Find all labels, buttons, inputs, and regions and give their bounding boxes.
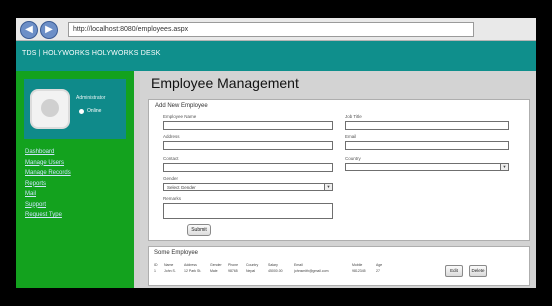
page-title: Employee Management	[151, 75, 299, 91]
browser-toolbar: ◀ ▶ http://localhost:8080/employees.aspx	[16, 18, 536, 41]
site-banner: TDS | HOLYWORKS HOLYWORKS DESK	[16, 41, 536, 71]
table-cell: 45000.00	[268, 269, 283, 273]
table-row: 1 John S. 12 Park St. Male 98765 Nepal 4…	[154, 269, 392, 273]
chevron-down-icon: ▼	[324, 184, 332, 190]
table-cell: 98765	[228, 269, 238, 273]
delete-button[interactable]: Delete	[469, 265, 487, 277]
table-header-row: ID Name Address Gender Phone Country Sal…	[154, 263, 392, 267]
user-name: Administrator	[76, 95, 106, 101]
country-select[interactable]: ▼	[345, 163, 509, 171]
phone-label: Contact	[163, 156, 179, 161]
column-header: Gender	[210, 263, 222, 267]
table-cell: Male	[210, 269, 218, 273]
submit-button[interactable]: Submit	[187, 224, 211, 236]
employee-name-label: Employee Name	[163, 114, 197, 119]
gender-label: Gender	[163, 176, 179, 181]
forward-button[interactable]: ▶	[40, 21, 58, 39]
table-cell: 1	[154, 269, 156, 273]
table-cell: 12 Park St.	[184, 269, 202, 273]
sidebar-menu: Dashboard Manage Users Manage Records Re…	[25, 147, 71, 221]
country-label: Country	[345, 156, 361, 161]
avatar	[30, 89, 70, 129]
remarks-textarea[interactable]	[163, 203, 333, 219]
employee-list: Some Employee ID Name Address Gender Pho…	[148, 246, 530, 286]
gender-select[interactable]: Select Gender ▼	[163, 183, 333, 191]
sidebar-item-support[interactable]: Support	[25, 200, 71, 211]
chevron-down-icon: ▼	[500, 164, 508, 170]
address-input[interactable]	[163, 141, 333, 150]
form-title: Add New Employee	[155, 103, 208, 109]
employee-name-input[interactable]	[163, 121, 333, 130]
column-header: Address	[184, 263, 197, 267]
forward-arrow-icon: ▶	[45, 24, 53, 35]
online-status-icon	[79, 109, 84, 114]
back-button[interactable]: ◀	[20, 21, 38, 39]
main-content: Employee Management Add New Employee Emp…	[140, 71, 536, 288]
column-header: Mobile	[352, 263, 363, 267]
list-title: Some Employee	[154, 250, 199, 256]
banner-title: TDS | HOLYWORKS HOLYWORKS DESK	[22, 50, 161, 57]
column-header: Name	[164, 263, 174, 267]
sidebar-item-mail[interactable]: Mail	[25, 189, 71, 200]
table-cell: John S.	[164, 269, 176, 273]
sidebar-item-manage-records[interactable]: Manage Records	[25, 168, 71, 179]
job-title-label: Job Title	[345, 114, 362, 119]
phone-input[interactable]	[163, 163, 333, 172]
browser-window: ◀ ▶ http://localhost:8080/employees.aspx…	[16, 18, 536, 288]
column-header: Salary	[268, 263, 278, 267]
column-header: Email	[294, 263, 303, 267]
online-status-label: Online	[87, 108, 102, 114]
table-cell: Nepal	[246, 269, 256, 273]
email-label: Email	[345, 134, 357, 139]
column-header: Age	[376, 263, 383, 267]
table-cell: 9812345	[352, 269, 366, 273]
table-cell: johnsmith@gmail.com	[294, 269, 329, 273]
column-header: ID	[154, 263, 158, 267]
user-profile-panel: Administrator Online	[24, 79, 126, 139]
column-header: Phone	[228, 263, 239, 267]
column-header: Country	[246, 263, 259, 267]
job-title-input[interactable]	[345, 121, 509, 130]
sidebar-item-request-type[interactable]: Request Type	[25, 210, 71, 221]
gender-selected-value: Select Gender	[167, 185, 196, 190]
sidebar: Administrator Online Dashboard Manage Us…	[16, 71, 134, 288]
sidebar-item-manage-users[interactable]: Manage Users	[25, 158, 71, 169]
table-cell: 27	[376, 269, 380, 273]
sidebar-item-reports[interactable]: Reports	[25, 179, 71, 190]
add-employee-form: Add New Employee Employee Name Job Title…	[148, 99, 530, 241]
email-input[interactable]	[345, 141, 509, 150]
address-label: Address	[163, 134, 180, 139]
sidebar-item-dashboard[interactable]: Dashboard	[25, 147, 71, 158]
remarks-label: Remarks	[163, 196, 182, 201]
address-bar[interactable]: http://localhost:8080/employees.aspx	[68, 22, 474, 37]
back-arrow-icon: ◀	[25, 24, 33, 35]
edit-button[interactable]: Edit	[445, 265, 463, 277]
